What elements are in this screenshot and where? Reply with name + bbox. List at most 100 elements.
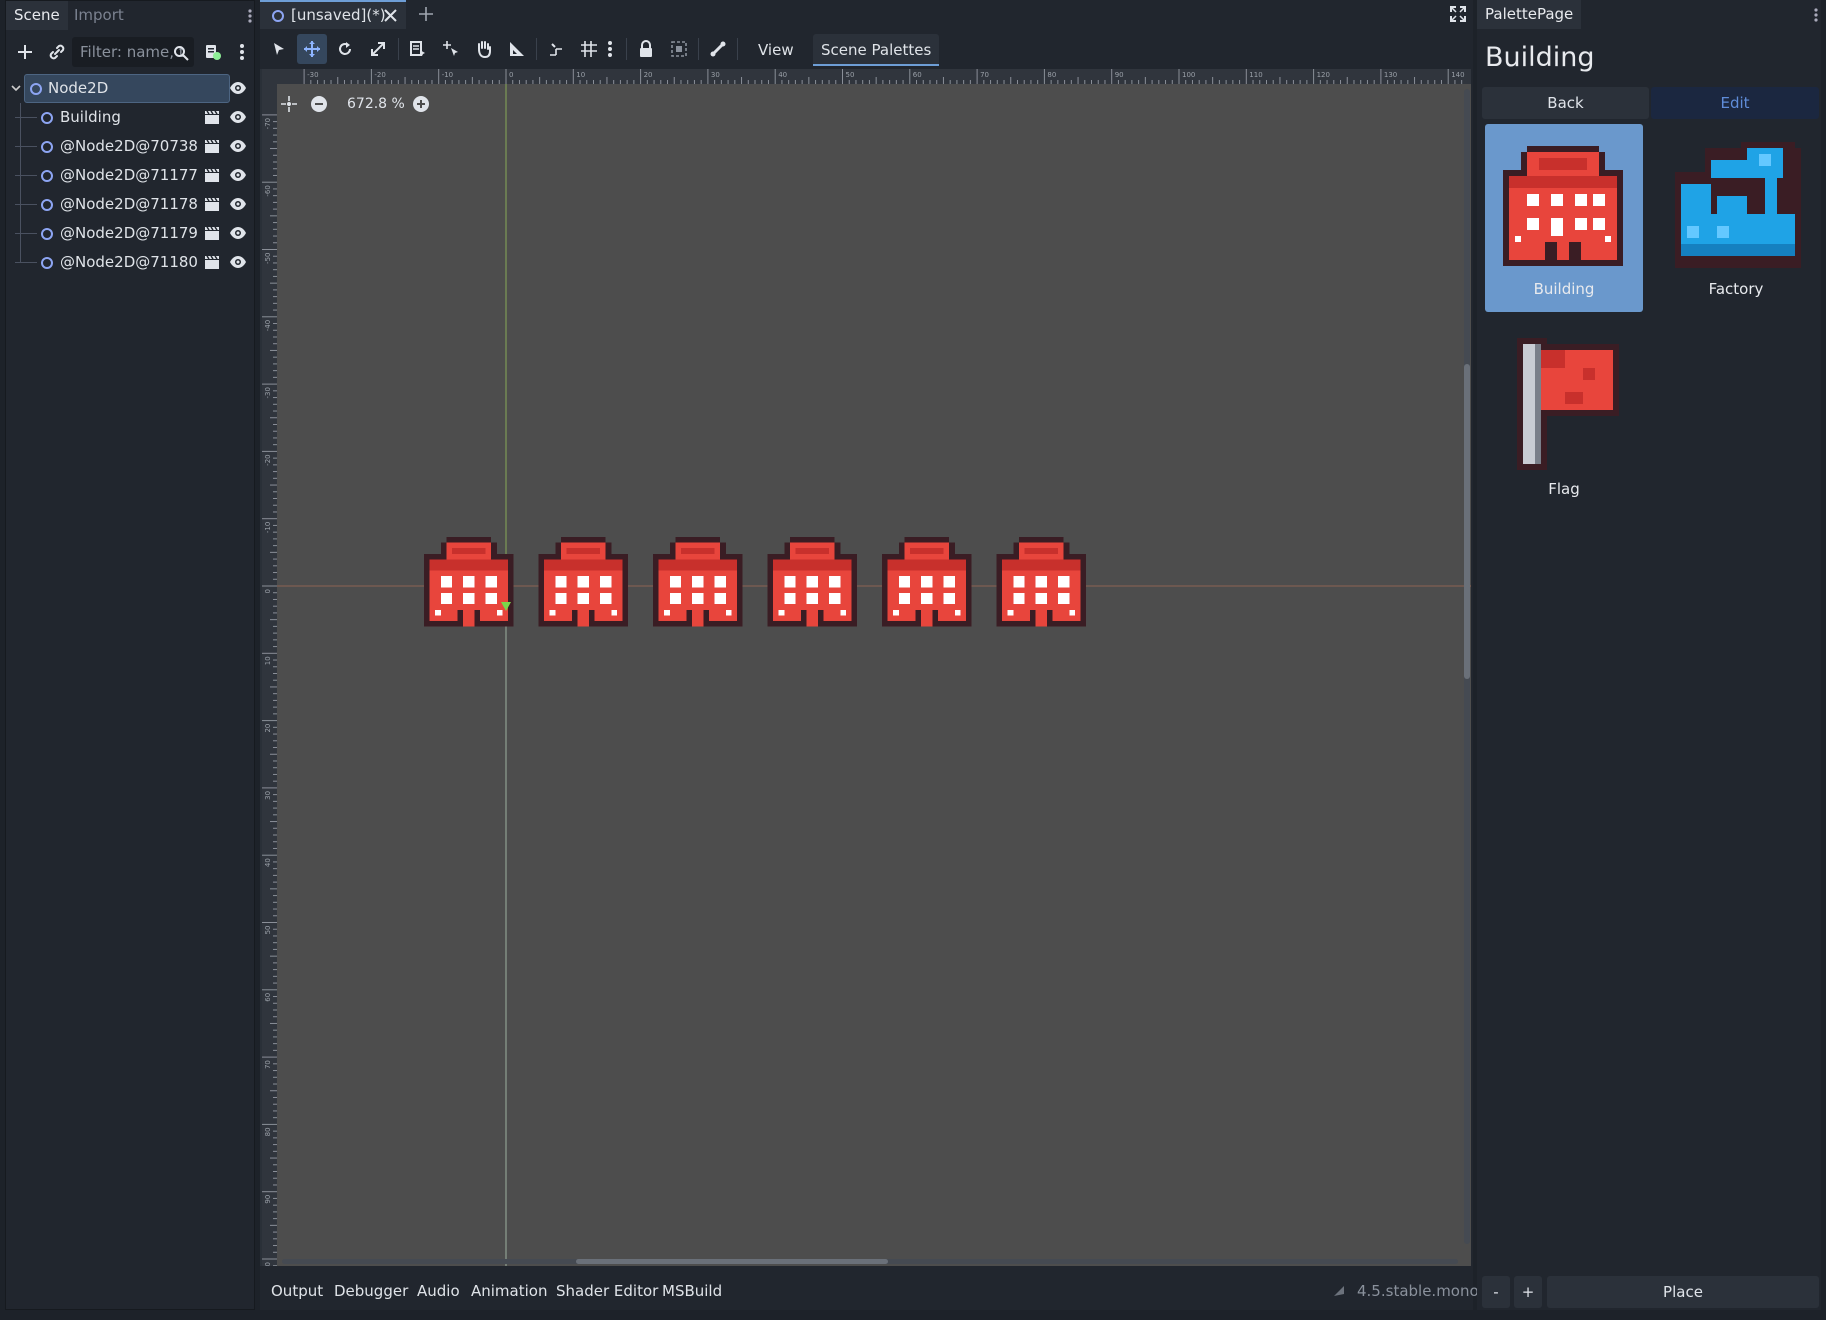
tree-row-node[interactable]: @Node2D@71180 — [6, 248, 254, 277]
canvas-viewport[interactable]: -30 -20 -10 0 10 20 30 40 50 60 70 80 90 100 110 120 130… — [260, 69, 1471, 1266]
building-sprite[interactable] — [996, 537, 1087, 627]
sprite-pixel — [566, 548, 601, 554]
ruler-mode-icon[interactable] — [502, 34, 532, 64]
ruler-label: 60 — [913, 71, 922, 79]
dock-menu-icon[interactable] — [1812, 6, 1820, 24]
building-sprite[interactable] — [538, 537, 629, 627]
visibility-eye-icon[interactable] — [229, 80, 247, 96]
sprite-pixel — [555, 576, 567, 588]
palette-item-factory[interactable]: Factory — [1657, 124, 1815, 312]
scene-palettes-menu[interactable]: Scene Palettes — [813, 34, 940, 66]
tree-row-building[interactable]: Building — [6, 103, 254, 132]
building-sprite[interactable] — [767, 537, 858, 627]
skeleton-bone-icon[interactable] — [703, 34, 733, 64]
instanced-scene-icon[interactable] — [204, 138, 220, 154]
tree-row-node[interactable]: @Node2D@71178 — [6, 190, 254, 219]
back-button[interactable]: Back — [1482, 87, 1649, 119]
building-sprite[interactable] — [882, 537, 972, 627]
link-icon[interactable] — [44, 39, 70, 65]
snap-options-icon[interactable] — [602, 34, 618, 64]
visibility-eye-icon[interactable] — [229, 138, 247, 154]
sprite-pixel — [549, 609, 556, 616]
visibility-eye-icon[interactable] — [229, 254, 247, 270]
tab-scene[interactable]: Scene — [6, 1, 68, 30]
version-label[interactable]: 4.5.stable.mono — [1357, 1272, 1479, 1310]
instanced-scene-icon[interactable] — [204, 254, 220, 270]
node2d-icon — [30, 83, 42, 95]
select-mode-icon[interactable] — [264, 34, 294, 64]
toolbar-separator — [536, 38, 537, 60]
instanced-scene-icon[interactable] — [204, 196, 220, 212]
remove-button[interactable]: - — [1482, 1276, 1510, 1308]
zoom-level[interactable]: 672.8 % — [347, 94, 405, 114]
visibility-eye-icon[interactable] — [229, 167, 247, 183]
tree-row-node[interactable]: @Node2D@70738 — [6, 132, 254, 161]
add-tab-icon[interactable] — [418, 6, 434, 22]
visibility-eye-icon[interactable] — [229, 196, 247, 212]
sprite-pixel — [887, 559, 966, 571]
chevron-down-icon[interactable] — [11, 83, 21, 93]
tab-animation[interactable]: Animation — [471, 1272, 547, 1310]
zoom-out-icon[interactable] — [310, 95, 328, 113]
group-icon[interactable] — [664, 34, 694, 64]
smart-snap-icon[interactable] — [541, 34, 571, 64]
instanced-scene-icon[interactable] — [204, 109, 220, 125]
sprite-pixel — [600, 593, 612, 605]
tree-row-node[interactable]: @Node2D@71177 — [6, 161, 254, 190]
edit-button[interactable]: Edit — [1651, 87, 1819, 119]
sprite-pixel — [806, 576, 818, 588]
ruler-label: 90 — [264, 1195, 272, 1204]
scale-mode-icon[interactable] — [363, 34, 393, 64]
instanced-scene-icon[interactable] — [204, 225, 220, 241]
place-button[interactable]: Place — [1547, 1276, 1819, 1308]
vertical-scrollbar-thumb[interactable] — [1464, 364, 1470, 679]
tree-label: Building — [60, 108, 121, 126]
visibility-eye-icon[interactable] — [229, 109, 247, 125]
tree-branch — [15, 117, 37, 118]
tab-output[interactable]: Output — [271, 1272, 323, 1310]
ruler-label: 110 — [1249, 71, 1262, 79]
tab-shader-editor[interactable]: Shader Editor — [556, 1272, 658, 1310]
fullscreen-icon[interactable] — [1450, 6, 1466, 22]
ruler-label: 30 — [711, 71, 720, 79]
palette-item-building[interactable]: Building — [1485, 124, 1643, 312]
factory-thumbnail — [1675, 142, 1801, 268]
flag-thumbnail — [1517, 338, 1619, 470]
add-node-icon[interactable] — [12, 39, 38, 65]
close-icon[interactable] — [384, 9, 397, 22]
tab-import[interactable]: Import — [66, 1, 132, 30]
zoom-in-icon[interactable] — [412, 95, 430, 113]
view-menu[interactable]: View — [750, 34, 802, 66]
search-icon — [170, 41, 192, 65]
center-view-icon[interactable] — [280, 95, 298, 113]
tab-msbuild[interactable]: MSBuild — [662, 1272, 722, 1310]
ruler-label: 20 — [644, 71, 653, 79]
rotate-mode-icon[interactable] — [330, 34, 360, 64]
lock-icon[interactable] — [631, 34, 661, 64]
tab-palette-page[interactable]: PalettePage — [1477, 0, 1582, 29]
pivot-mode-icon[interactable] — [436, 34, 466, 64]
tree-row-node2d[interactable]: Node2D — [6, 74, 254, 103]
script-filter-icon[interactable] — [200, 39, 226, 65]
horizontal-scrollbar-thumb[interactable] — [576, 1259, 888, 1264]
tab-debugger[interactable]: Debugger — [334, 1272, 408, 1310]
tab-audio[interactable]: Audio — [417, 1272, 460, 1310]
tree-row-node[interactable]: @Node2D@71179 — [6, 219, 254, 248]
pan-mode-icon[interactable] — [469, 34, 499, 64]
add-button[interactable]: + — [1514, 1276, 1542, 1308]
list-select-icon[interactable] — [403, 34, 433, 64]
sprite-pixel — [1058, 593, 1070, 605]
palette-item-flag[interactable]: Flag — [1485, 330, 1643, 518]
move-mode-icon[interactable] — [297, 34, 327, 64]
instanced-scene-icon[interactable] — [204, 167, 220, 183]
building-sprite[interactable] — [653, 537, 743, 627]
grid-snap-icon[interactable] — [574, 34, 604, 64]
tab-unsaved-scene[interactable]: [unsaved](*) — [260, 0, 406, 29]
sprite-pixel — [1024, 548, 1059, 554]
building-sprite[interactable] — [424, 537, 514, 627]
dock-menu-icon[interactable] — [246, 7, 254, 25]
sprite-pixel — [440, 593, 452, 605]
visibility-eye-icon[interactable] — [229, 225, 247, 241]
scene-menu-icon[interactable] — [234, 39, 250, 65]
ruler-label: 100 — [1182, 71, 1195, 79]
